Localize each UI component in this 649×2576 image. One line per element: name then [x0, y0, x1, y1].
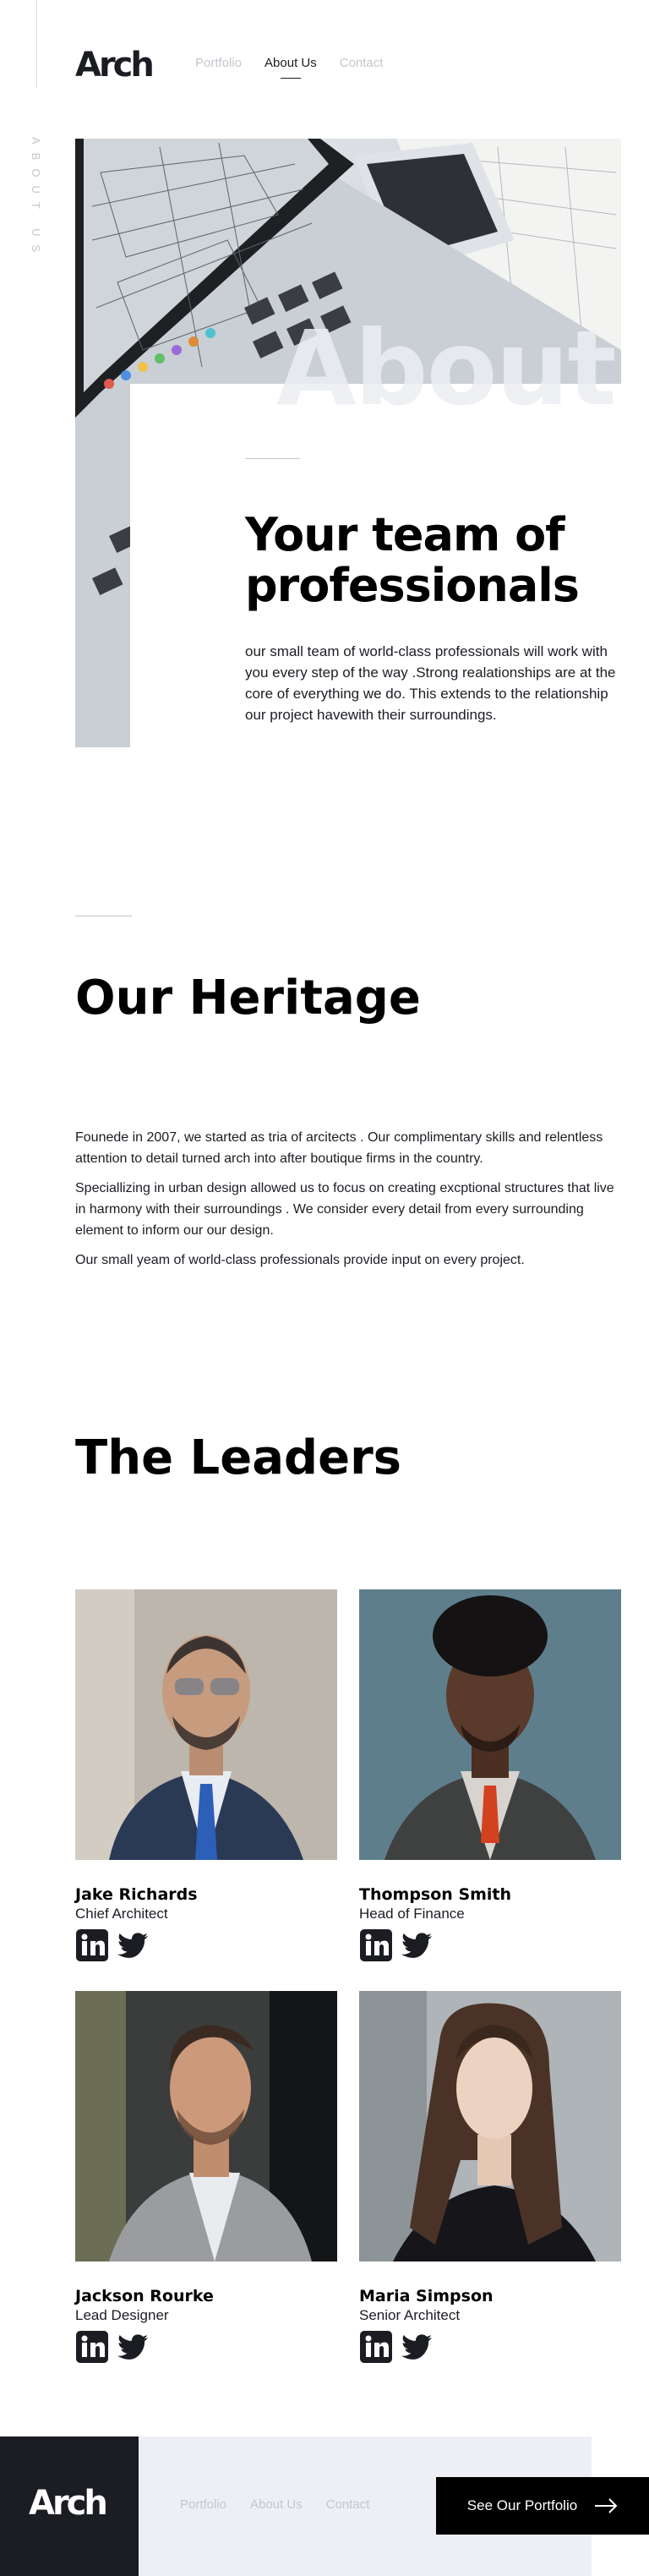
heritage-paragraph: Our small yeam of world-class profession…	[75, 1253, 525, 1267]
portrait-image	[75, 1991, 337, 2262]
footer-nav-portfolio[interactable]: Portfolio	[180, 2497, 226, 2512]
hero-text: our small team of world-class profession…	[245, 643, 616, 723]
nav-portfolio[interactable]: Portfolio	[195, 56, 242, 70]
leader-photo	[75, 1991, 337, 2262]
twitter-icon[interactable]	[116, 2330, 150, 2364]
leader-role: Senior Architect	[359, 2307, 461, 2323]
leader-social	[359, 2330, 621, 2364]
linkedin-icon[interactable]	[359, 2330, 393, 2364]
twitter-icon[interactable]	[400, 1928, 434, 1962]
footer-nav-about-us[interactable]: About Us	[250, 2497, 303, 2512]
linkedin-icon[interactable]	[75, 2330, 109, 2364]
twitter-icon[interactable]	[116, 1928, 150, 1962]
footer-logo[interactable]: Arch	[29, 2484, 108, 2523]
leader-social	[75, 2330, 337, 2364]
see-portfolio-label: See Our Portfolio	[466, 2497, 578, 2513]
see-portfolio-button[interactable]: See Our Portfolio	[436, 2477, 649, 2535]
vertical-page-label: About Us	[30, 137, 42, 261]
heritage-paragraph: Speciallizing in urban design allowed us…	[75, 1181, 614, 1238]
leader-social	[359, 1928, 621, 1962]
heritage-text: Founede in 2007, we started as tria of a…	[75, 1127, 621, 1279]
leader-social	[75, 1928, 337, 1962]
leaders-heading: The Leaders	[75, 1430, 402, 1485]
hero-heading: Your team of professionals	[245, 508, 580, 612]
twitter-icon[interactable]	[400, 2330, 434, 2364]
leader-photo	[359, 1991, 621, 2262]
nav-about-us[interactable]: About Us	[265, 56, 317, 70]
leader-name: Thompson Smith	[359, 1885, 512, 1904]
nav-contact[interactable]: Contact	[340, 56, 384, 70]
leader-card: Jackson Rourke Lead Designer	[75, 1991, 337, 2364]
leader-name: Jake Richards	[75, 1885, 198, 1904]
portrait-image	[359, 1991, 621, 2262]
site-logo[interactable]: Arch	[75, 46, 155, 85]
leader-role: Chief Architect	[75, 1906, 168, 1922]
hero-divider	[245, 458, 300, 459]
leader-role: Lead Designer	[75, 2307, 169, 2323]
leader-card: Jake Richards Chief Architect	[75, 1589, 337, 1962]
leader-card: Thompson Smith Head of Finance	[359, 1589, 621, 1962]
footer-nav: Portfolio About Us Contact	[180, 2497, 369, 2512]
portrait-image	[359, 1589, 621, 1860]
leader-name: Maria Simpson	[359, 2287, 494, 2305]
leader-card: Maria Simpson Senior Architect	[359, 1991, 621, 2364]
leader-photo	[359, 1589, 621, 1860]
heritage-paragraph: Founede in 2007, we started as tria of a…	[75, 1130, 603, 1166]
leader-photo	[75, 1589, 337, 1860]
main-nav: Portfolio About Us Contact	[195, 56, 383, 70]
arrow-right-icon	[595, 2498, 618, 2513]
heritage-heading: Our Heritage	[75, 971, 421, 1025]
linkedin-icon[interactable]	[359, 1928, 393, 1962]
linkedin-icon[interactable]	[75, 1928, 109, 1962]
portrait-image	[75, 1589, 337, 1860]
leader-name: Jackson Rourke	[75, 2287, 214, 2305]
leader-role: Head of Finance	[359, 1906, 465, 1922]
header-divider	[36, 0, 37, 88]
footer-nav-contact[interactable]: Contact	[326, 2497, 370, 2512]
hero-background-word: About	[276, 309, 617, 429]
